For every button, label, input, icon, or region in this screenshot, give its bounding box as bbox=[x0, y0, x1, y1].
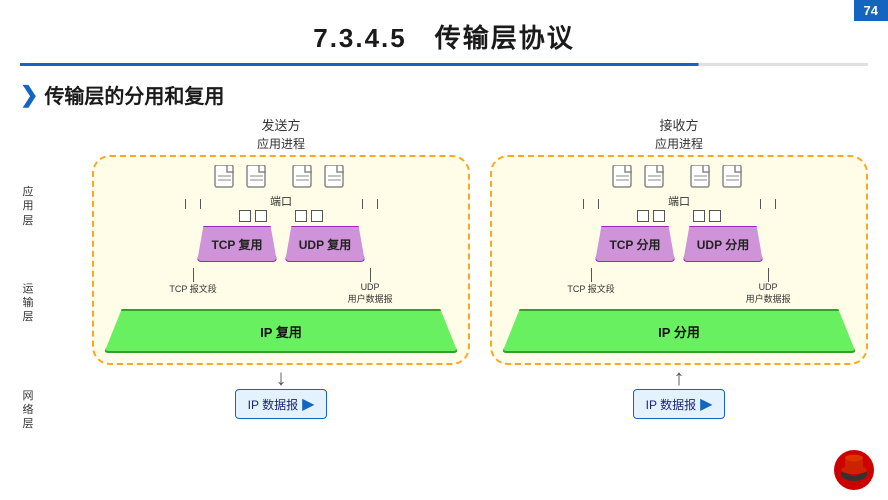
receiver-tcp-box: TCP 分用 bbox=[595, 226, 675, 262]
section-arrow: ❯ bbox=[20, 82, 38, 108]
sender-port-1 bbox=[239, 210, 251, 222]
receiver-ip-datagram: IP 数据报 ▶ bbox=[633, 389, 726, 419]
receiver-port-label: 端口 bbox=[668, 193, 690, 209]
sender-ip-datagram: IP 数据报 ▶ bbox=[235, 389, 328, 419]
receiver-doc-row bbox=[502, 165, 856, 195]
sender-proto-row: TCP 复用 UDP 复用 bbox=[104, 226, 458, 262]
slide-number: 74 bbox=[854, 0, 888, 21]
receiver-port-1 bbox=[637, 210, 649, 222]
sender-diagram: 发送方 应用进程 bbox=[92, 115, 470, 432]
network-layer-label: 网络层 bbox=[10, 389, 46, 432]
receiver-up-arrow: ↑ bbox=[674, 367, 685, 389]
datagram-right-arrow-2: ▶ bbox=[700, 394, 712, 414]
receiver-port-2 bbox=[653, 210, 665, 222]
section-title-text: 传输层的分用和复用 bbox=[44, 80, 224, 109]
sender-udp-label: UDP用户数据报 bbox=[348, 282, 393, 305]
receiver-doc-3 bbox=[689, 165, 715, 195]
transport-layer-label: 运输层 bbox=[10, 282, 46, 325]
datagram-right-arrow: ▶ bbox=[302, 394, 314, 414]
receiver-proto-row: TCP 分用 UDP 分用 bbox=[502, 226, 856, 262]
sender-doc-2 bbox=[245, 165, 271, 195]
sender-doc-row bbox=[104, 165, 458, 195]
receiver-tcp-label: TCP 报文段 bbox=[567, 282, 614, 295]
receiver-port-3 bbox=[693, 210, 705, 222]
receiver-yellow-box: 端口 TCP 分用 UDP 分用 bbox=[490, 155, 868, 365]
sender-subtitle: 应用进程 bbox=[257, 135, 305, 152]
sender-port-label: 端口 bbox=[270, 193, 292, 209]
receiver-doc-4 bbox=[721, 165, 747, 195]
sender-title: 发送方 bbox=[261, 115, 300, 134]
receiver-diagram: 接收方 应用进程 端口 bbox=[490, 115, 868, 432]
slide-title: 7.3.4.5 传输层协议 bbox=[0, 0, 888, 63]
sender-tcp-label: TCP 报文段 bbox=[169, 282, 216, 295]
receiver-udp-box: UDP 分用 bbox=[683, 226, 763, 262]
receiver-udp-label: UDP用户数据报 bbox=[746, 282, 791, 305]
layer-labels: 应用层 运输层 网络层 bbox=[10, 115, 46, 432]
divider bbox=[20, 63, 868, 66]
sender-port-3 bbox=[295, 210, 307, 222]
sender-doc-4 bbox=[323, 165, 349, 195]
sender-tcp-box: TCP 复用 bbox=[197, 226, 277, 262]
app-layer-label: 应用层 bbox=[10, 185, 46, 228]
sender-doc-3 bbox=[291, 165, 317, 195]
receiver-port-row bbox=[502, 210, 856, 222]
redhat-logo bbox=[832, 448, 876, 492]
section-title: ❯ 传输层的分用和复用 bbox=[0, 76, 888, 115]
sender-doc-1 bbox=[213, 165, 239, 195]
receiver-port-4 bbox=[709, 210, 721, 222]
sender-yellow-box: 端口 TCP 复用 bbox=[92, 155, 470, 365]
sender-port-2 bbox=[255, 210, 267, 222]
receiver-doc-2 bbox=[643, 165, 669, 195]
sender-down-arrow: ↓ bbox=[276, 367, 287, 389]
sender-ip-box: IP 复用 bbox=[104, 309, 458, 353]
receiver-title: 接收方 bbox=[659, 115, 698, 134]
sender-port-row bbox=[104, 210, 458, 222]
sender-udp-box: UDP 复用 bbox=[285, 226, 365, 262]
receiver-subtitle: 应用进程 bbox=[655, 135, 703, 152]
sender-port-4 bbox=[311, 210, 323, 222]
receiver-doc-1 bbox=[611, 165, 637, 195]
receiver-ip-box: IP 分用 bbox=[502, 309, 856, 353]
